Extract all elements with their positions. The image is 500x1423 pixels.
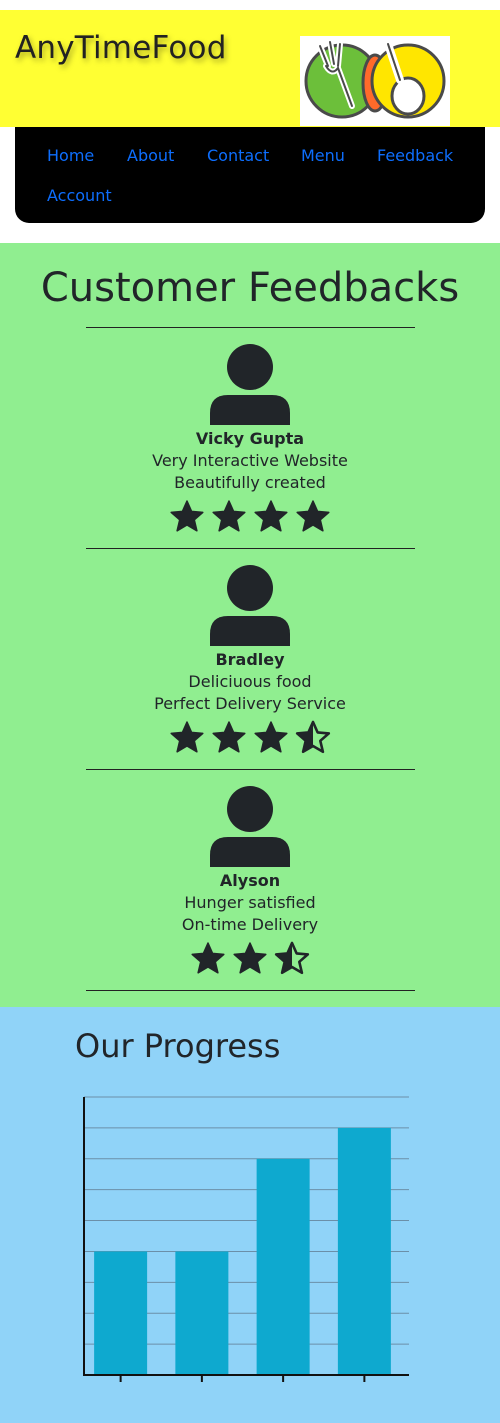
- divider: [86, 327, 415, 328]
- divider: [86, 548, 415, 549]
- star-icon: [212, 500, 246, 532]
- progress-bar-chart: [83, 1096, 409, 1382]
- review-text-line1: Hunger satisfied: [184, 893, 316, 912]
- review-text-line2: Beautifully created: [174, 473, 326, 492]
- nav-home[interactable]: Home: [47, 146, 94, 165]
- brand-name[interactable]: AnyTimeFood: [15, 30, 227, 66]
- reviewer-name: Alyson: [219, 871, 281, 890]
- review-text-line1: Deliciuous food: [188, 672, 312, 691]
- divider: [86, 990, 415, 991]
- reviewer-name: Vicky Gupta: [195, 429, 305, 448]
- review-card: Alyson Hunger satisfied On-time Delivery: [0, 785, 500, 985]
- main-navbar: Home About Contact Menu Feedback Account: [15, 127, 485, 223]
- customer-feedback-section: Customer Feedbacks Vicky Gupta Very Inte…: [0, 243, 500, 1007]
- star-rating: [0, 499, 500, 535]
- nav-menu[interactable]: Menu: [301, 146, 345, 165]
- nav-account[interactable]: Account: [47, 186, 112, 205]
- star-rating: [0, 941, 500, 977]
- star-icon: [212, 721, 246, 753]
- star-rating: [0, 720, 500, 756]
- nav-feedback[interactable]: Feedback: [377, 146, 453, 165]
- reviewer-name: Bradley: [215, 650, 285, 669]
- star-half-icon: [274, 941, 310, 975]
- review-card: Vicky Gupta Very Interactive Website Bea…: [0, 343, 500, 543]
- user-avatar-icon: [210, 565, 290, 646]
- user-avatar-icon: [210, 344, 290, 425]
- site-header: AnyTimeFood: [0, 10, 500, 127]
- chart-bar: [337, 1127, 391, 1375]
- star-icon: [170, 500, 204, 532]
- progress-section: Our Progress: [0, 1007, 500, 1423]
- user-avatar-icon: [210, 786, 290, 867]
- nav-about[interactable]: About: [127, 146, 174, 165]
- review-text-line1: Very Interactive Website: [152, 451, 348, 470]
- star-icon: [170, 721, 204, 753]
- chart-bar: [94, 1251, 148, 1375]
- nav-contact[interactable]: Contact: [207, 146, 269, 165]
- review-card: Bradley Deliciuous food Perfect Delivery…: [0, 564, 500, 764]
- restaurant-plate-logo-icon: [300, 36, 450, 126]
- star-icon: [191, 942, 225, 974]
- review-text-line2: On-time Delivery: [181, 915, 319, 934]
- star-icon: [296, 500, 330, 532]
- chart-bar: [175, 1251, 229, 1375]
- star-icon: [233, 942, 267, 974]
- star-half-icon: [295, 720, 331, 754]
- chart-bar: [256, 1158, 310, 1375]
- divider: [86, 769, 415, 770]
- review-text-line2: Perfect Delivery Service: [154, 694, 346, 713]
- feedback-title: Customer Feedbacks: [40, 265, 460, 311]
- star-icon: [254, 721, 288, 753]
- star-icon: [254, 500, 288, 532]
